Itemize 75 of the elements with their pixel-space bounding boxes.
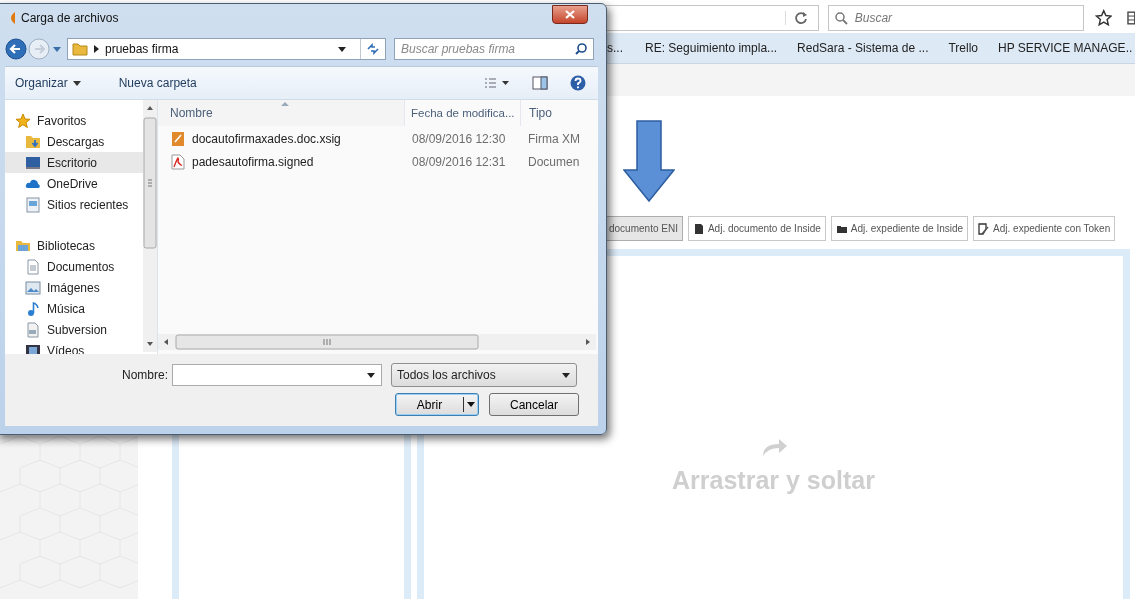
dropdown-caret-icon bbox=[467, 402, 475, 407]
column-header[interactable]: Tipo bbox=[520, 100, 590, 126]
file-name-field[interactable] bbox=[172, 364, 382, 386]
bookmark-link[interactable]: Trello bbox=[948, 41, 979, 55]
window-title: Carga de archivos bbox=[21, 11, 119, 25]
file-type-dropdown[interactable]: Todos los archivos bbox=[391, 363, 577, 387]
dropdown-caret-icon[interactable] bbox=[338, 46, 346, 52]
attach-button[interactable]: Adj. expediente con Token bbox=[973, 216, 1116, 241]
file-date: 08/09/2016 12:31 bbox=[411, 154, 507, 169]
close-icon bbox=[565, 9, 575, 19]
horizontal-scrollbar[interactable] bbox=[158, 334, 596, 350]
attach-button[interactable]: Adj. documento de Inside bbox=[687, 216, 826, 241]
organize-menu[interactable]: Organizar bbox=[9, 73, 87, 93]
column-header[interactable]: Fecha de modifica... bbox=[404, 100, 520, 126]
help-icon[interactable] bbox=[570, 75, 586, 91]
refresh-icon bbox=[366, 43, 380, 55]
document-icon bbox=[25, 258, 41, 275]
view-options-icon[interactable] bbox=[484, 77, 510, 89]
bookmark-link[interactable]: RedSara - Sistema de ... bbox=[797, 41, 929, 55]
file-type: Firma XM bbox=[527, 131, 581, 146]
preview-pane-icon[interactable] bbox=[532, 76, 548, 90]
attach-button[interactable]: Adj. expediente de Inside bbox=[830, 216, 969, 241]
sidebar-item[interactable]: OneDrive bbox=[5, 173, 143, 194]
sidebar-item[interactable]: Descargas bbox=[5, 131, 143, 152]
sidebar-item[interactable]: Bibliotecas bbox=[5, 235, 143, 256]
document-icon bbox=[692, 222, 705, 235]
chevron-icon bbox=[94, 45, 99, 53]
sidebar-item[interactable]: Imágenes bbox=[5, 277, 143, 298]
dropdown-caret-icon bbox=[562, 372, 570, 378]
vertical-scrollbar[interactable] bbox=[143, 100, 157, 352]
star-icon[interactable] bbox=[1094, 9, 1113, 27]
folder-icon bbox=[72, 42, 88, 56]
close-button[interactable] bbox=[552, 4, 588, 24]
search-icon bbox=[575, 43, 587, 55]
file-type: Documen bbox=[527, 154, 581, 169]
file-date: 08/09/2016 12:30 bbox=[411, 131, 507, 146]
desktop-icon bbox=[25, 154, 41, 171]
bookmark-link[interactable]: HP SERVICE MANAGE.. bbox=[998, 41, 1133, 55]
field-label: Nombre: bbox=[122, 368, 168, 382]
sidebar-item[interactable]: Documentos bbox=[5, 256, 143, 277]
cancel-button[interactable]: Cancelar bbox=[489, 393, 579, 416]
open-button[interactable]: Abrir bbox=[395, 393, 479, 416]
sort-caret-icon bbox=[281, 102, 289, 106]
search-field[interactable]: Buscar bbox=[827, 5, 1084, 31]
file-name[interactable]: docautofirmaxades.doc.xsig bbox=[192, 131, 341, 146]
breadcrumb-item[interactable]: pruebas firma bbox=[105, 42, 179, 56]
bookmark-link[interactable]: RE: Seguimiento impla... bbox=[645, 41, 778, 55]
dropdown-caret-icon bbox=[367, 372, 375, 378]
download-folder-icon bbox=[25, 133, 41, 150]
toolbar-button[interactable]: Nueva carpeta bbox=[112, 73, 203, 93]
column-header[interactable]: Nombre bbox=[158, 100, 404, 126]
sidebar-item[interactable]: Música bbox=[5, 298, 143, 319]
bookmark-link[interactable]: s... bbox=[607, 41, 623, 55]
sidebar-item[interactable]: Favoritos bbox=[5, 110, 143, 131]
document-icon bbox=[25, 321, 41, 338]
search-field[interactable]: Buscar pruebas firma bbox=[394, 38, 594, 60]
sidebar-item[interactable]: Sitios recientes bbox=[5, 194, 143, 215]
reload-icon[interactable] bbox=[784, 11, 808, 25]
recent-places-icon bbox=[25, 196, 41, 213]
down-arrow-icon bbox=[623, 120, 675, 202]
file-name[interactable]: padesautofirma.signed bbox=[192, 154, 314, 169]
list-icon[interactable] bbox=[1127, 10, 1135, 26]
music-note-icon bbox=[25, 300, 41, 317]
sidebar-item[interactable]: Escritorio bbox=[5, 152, 143, 173]
attach-button[interactable]: documento ENI bbox=[605, 216, 683, 241]
address-bar[interactable]: pruebas firma bbox=[67, 38, 386, 60]
image-icon bbox=[25, 279, 41, 296]
sidebar-item[interactable]: Subversion bbox=[5, 319, 143, 340]
dropdown-caret-icon bbox=[72, 80, 81, 86]
signature-file-icon bbox=[170, 130, 186, 147]
search-icon bbox=[834, 12, 848, 25]
star-icon bbox=[15, 112, 31, 129]
back-icon[interactable] bbox=[5, 38, 27, 60]
pdf-file-icon bbox=[170, 153, 186, 170]
pen-document-icon bbox=[978, 222, 991, 235]
